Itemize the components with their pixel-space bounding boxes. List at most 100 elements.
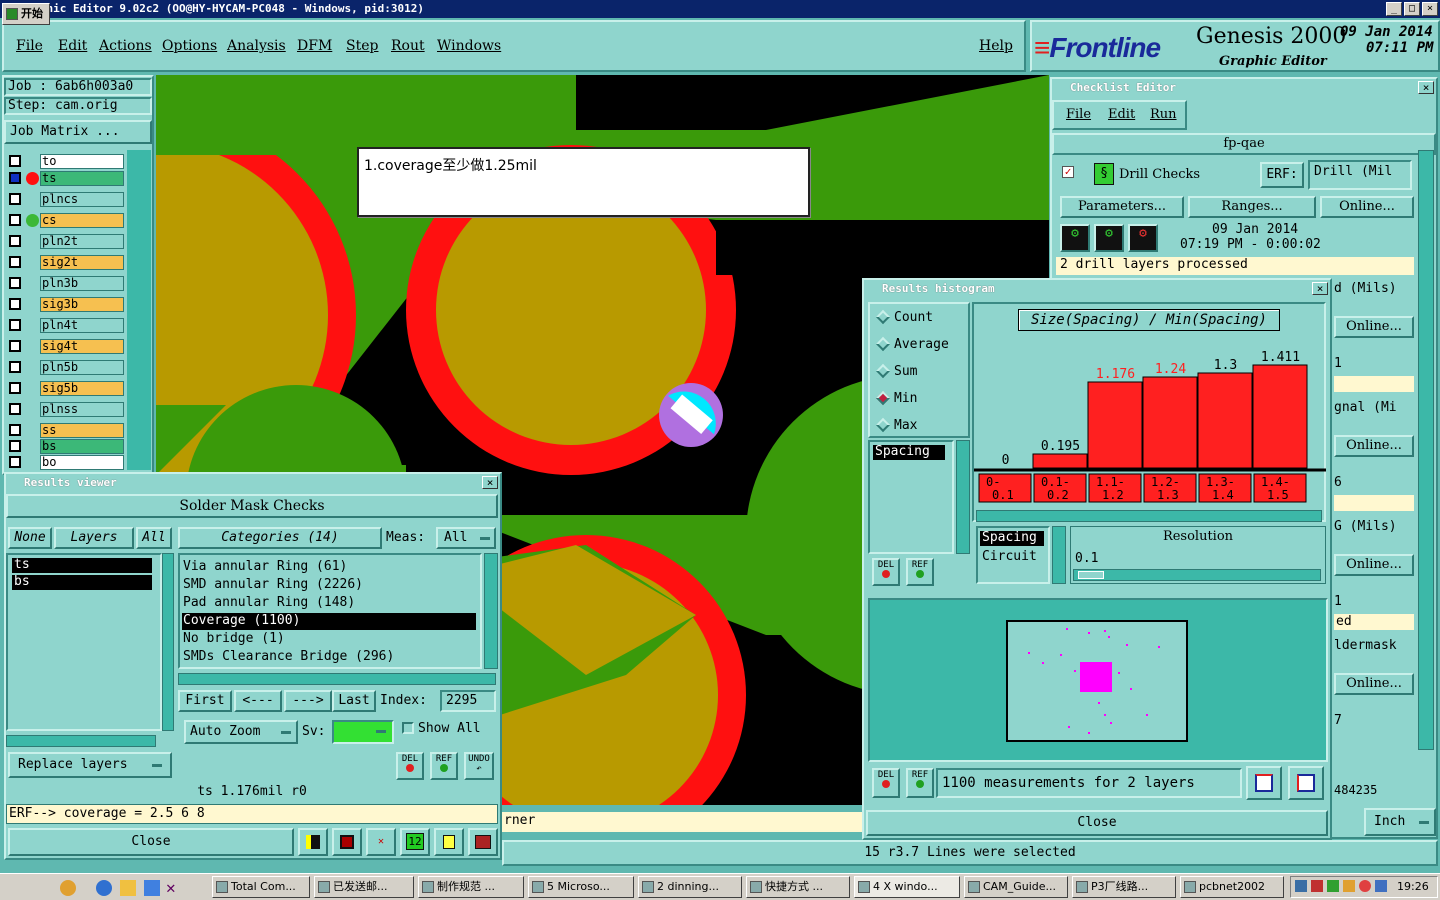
auto-zoom-select[interactable]: Auto Zoom [184,720,298,744]
sv-color-select[interactable] [332,720,394,744]
layer-row-pln3b[interactable]: pln3b [6,275,124,292]
layer-row-plncs[interactable]: plncs [6,191,124,208]
checklist-menu-run[interactable]: Run [1150,107,1177,122]
checklist-menu-file[interactable]: File [1066,107,1091,122]
layer-name[interactable]: pln4t [40,318,124,333]
layer-visibility-checkbox[interactable] [9,235,21,247]
menu-options[interactable]: Options [162,38,217,54]
layer-row-sig4t[interactable]: sig4t [6,338,124,355]
layer-row-to[interactable]: to [6,153,124,170]
histogram-del-button[interactable]: DEL [872,558,900,586]
layer-visibility-checkbox[interactable] [9,403,21,415]
tool-icon-5[interactable] [434,828,464,856]
layer-row-pln5b[interactable]: pln5b [6,359,124,376]
taskbar-item[interactable]: 快捷方式 ... [746,876,850,898]
layer-visibility-checkbox[interactable] [9,424,21,436]
menu-actions[interactable]: Actions [99,38,152,54]
histogram-option-min[interactable]: Min [874,389,966,409]
category-item[interactable]: SMDs Clearance Bridge (296) [182,649,476,666]
tray-icon[interactable] [1343,880,1355,892]
histogram-list-vscroll[interactable] [956,440,970,554]
layer-visibility-checkbox[interactable] [9,440,21,452]
menu-help[interactable]: Help [979,38,1013,54]
spacing-list-item[interactable]: Spacing [980,531,1044,546]
replace-layers-select[interactable]: Replace layers [8,752,172,778]
volume-icon[interactable] [1375,880,1387,892]
taskbar-item[interactable]: 4 X windo... [854,876,960,898]
taskbar-item[interactable]: P3厂线路... [1072,876,1176,898]
map-zoom-button[interactable] [1246,766,1282,800]
layer-row-pln2t[interactable]: pln2t [6,233,124,250]
histogram-ref-button[interactable]: REF [906,558,934,586]
checklist-close-icon[interactable]: × [1418,81,1434,94]
job-matrix-button[interactable]: Job Matrix ... [4,120,152,144]
results-viewer-close-button[interactable]: Close [8,828,294,856]
online-button[interactable]: Online... [1320,196,1414,218]
radio-diamond-icon[interactable] [875,309,891,325]
layer-row-cs[interactable]: cs [6,212,124,229]
layer-list-hscroll[interactable] [6,735,156,747]
online-button-5[interactable]: Online... [1334,673,1414,695]
layer-results-item[interactable]: ts [12,558,152,573]
layer-name[interactable]: pln2t [40,234,124,249]
layer-name[interactable]: cs [40,213,124,228]
layers-header-button[interactable]: Layers [54,527,134,549]
checklist-menu-edit[interactable]: Edit [1108,107,1135,122]
taskbar-item[interactable]: 已发送邮... [314,876,414,898]
menu-file[interactable]: File [16,38,43,54]
menu-analysis[interactable]: Analysis [227,38,286,54]
close-window-button[interactable]: × [1422,2,1438,16]
layer-visibility-checkbox[interactable] [9,256,21,268]
radio-diamond-icon[interactable] [875,363,891,379]
circuit-list-item[interactable]: Circuit [980,549,1037,564]
layer-visibility-checkbox[interactable] [9,382,21,394]
menu-windows[interactable]: Windows [437,38,501,54]
category-item[interactable]: Via annular Ring (61) [182,559,476,576]
next-button[interactable]: ---> [284,690,332,712]
tool-icon-2[interactable] [332,828,362,856]
tray-icon[interactable] [1311,880,1323,892]
layer-row-sig2t[interactable]: sig2t [6,254,124,271]
ie-icon[interactable] [96,880,112,896]
solder-mask-checks-header[interactable]: Solder Mask Checks [6,494,498,518]
map-ref-button[interactable]: REF [906,768,934,798]
category-list-hscroll[interactable] [178,673,496,685]
layer-name[interactable]: ss [40,423,124,438]
quick-launch-icon[interactable] [60,880,76,896]
map-fit-button[interactable] [1288,766,1324,800]
layer-name[interactable]: sig3b [40,297,124,312]
layer-name[interactable]: pln5b [40,360,124,375]
histogram-close-button[interactable]: Close [866,810,1328,836]
taskbar-item[interactable]: 制作规范 ... [418,876,524,898]
folder-icon[interactable] [120,880,136,896]
ranges-button[interactable]: Ranges... [1188,196,1316,218]
layer-list-vscroll[interactable] [162,553,174,731]
results-map[interactable] [1006,620,1188,742]
layer-name[interactable]: sig5b [40,381,124,396]
meas-select[interactable]: All [436,527,496,549]
menu-dfm[interactable]: DFM [297,38,332,54]
index-input[interactable]: 2295 [440,690,496,712]
erf-button[interactable]: ERF: [1260,162,1304,188]
first-button[interactable]: First [178,690,232,712]
tool-icon-1[interactable] [298,828,328,856]
minimize-button[interactable]: _ [1386,2,1402,16]
layers-all-button[interactable]: All [136,527,172,549]
run-selected-icon[interactable]: ⚙ [1094,224,1124,252]
layer-name[interactable]: to [40,154,124,169]
layers-none-button[interactable]: None [8,527,52,549]
menu-rout[interactable]: Rout [391,38,425,54]
taskbar-item[interactable]: Total Com... [212,876,310,898]
histogram-list-item[interactable]: Spacing [873,445,945,460]
results-viewer-close-icon[interactable]: × [482,476,498,489]
histogram-close-icon[interactable]: × [1312,282,1328,295]
category-item[interactable]: SMD annular Ring (2226) [182,577,476,594]
online-button-4[interactable]: Online... [1334,554,1414,576]
taskbar-item[interactable]: 5 Microso... [528,876,634,898]
category-list[interactable]: Via annular Ring (61) SMD annular Ring (2… [178,553,482,669]
layer-row-sig3b[interactable]: sig3b [6,296,124,313]
layer-row-pln4t[interactable]: pln4t [6,317,124,334]
layer-name[interactable]: bo [40,455,124,470]
layer-visibility-checkbox[interactable] [9,214,21,226]
layer-name[interactable]: plnss [40,402,124,417]
